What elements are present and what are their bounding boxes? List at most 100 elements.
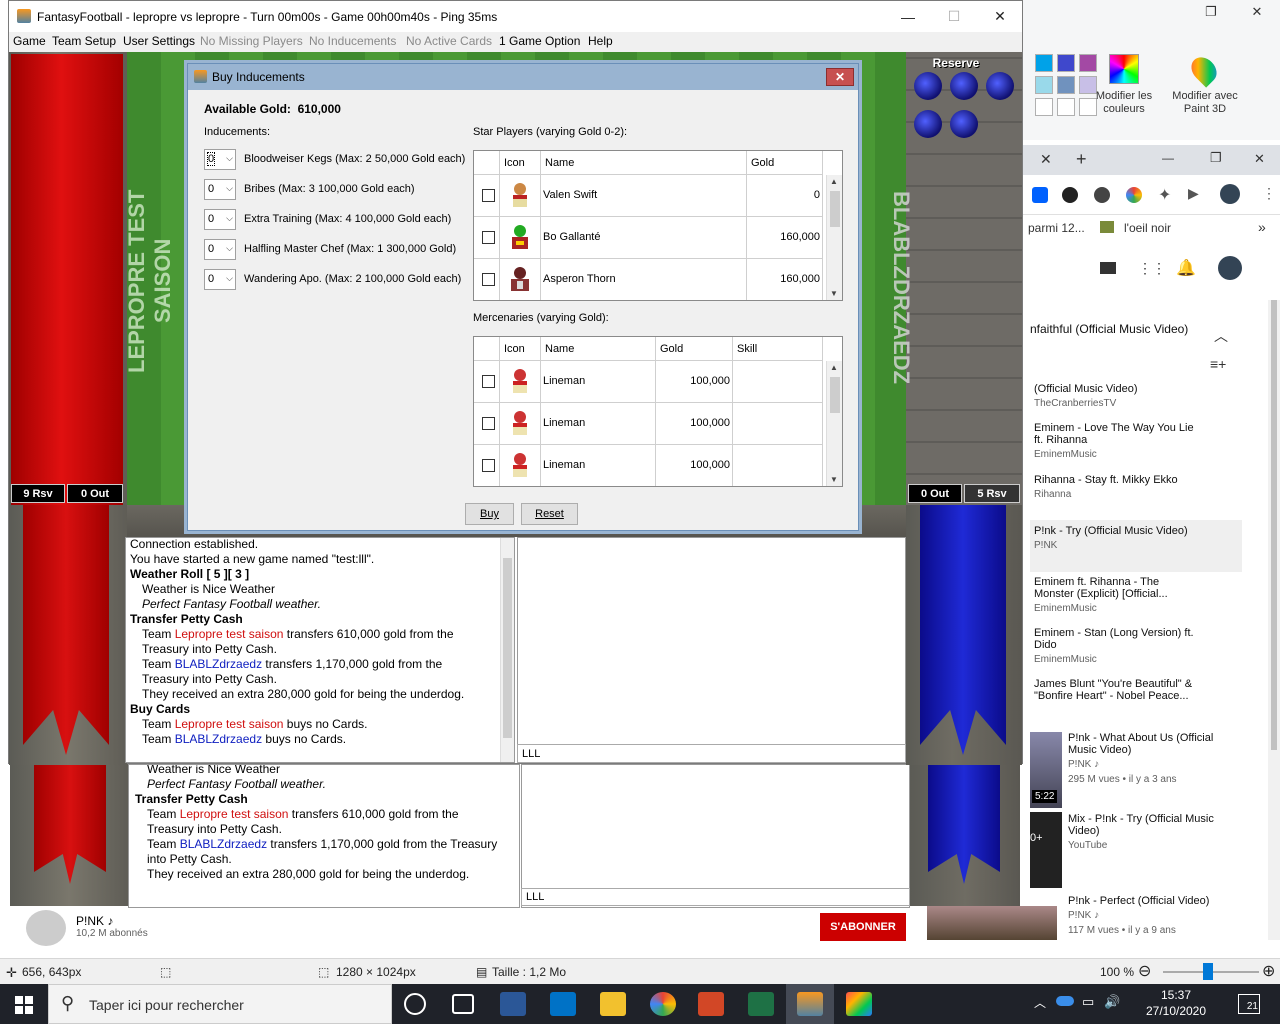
paint-close-button[interactable]: ✕ [1235, 0, 1279, 24]
column-header-gold[interactable]: Gold [656, 337, 733, 361]
powerpoint-icon[interactable] [698, 992, 724, 1016]
zoom-in-icon[interactable]: ⊕ [1262, 961, 1275, 981]
list-item[interactable]: (Official Music Video) TheCranberriesTV [1034, 383, 1244, 410]
paint-restore-button[interactable]: ❐ [1189, 0, 1233, 24]
menu-game-option[interactable]: 1 Game Option [499, 34, 580, 48]
merc-table-scrollbar[interactable]: ▲ ▼ [826, 361, 842, 486]
youtube-scrollbar[interactable] [1268, 300, 1280, 940]
dialog-close-button[interactable]: ✕ [826, 68, 854, 86]
player-icon[interactable] [986, 72, 1014, 100]
file-explorer-icon[interactable] [600, 992, 626, 1016]
puzzle-icon[interactable]: ✦ [1158, 185, 1171, 205]
minimize-button[interactable]: — [885, 1, 931, 32]
maximize-button[interactable]: ☐ [931, 1, 977, 32]
column-header-gold[interactable]: Gold [747, 151, 823, 175]
task-view-icon[interactable] [452, 994, 474, 1014]
close-button[interactable]: ✕ [977, 1, 1023, 32]
select-checkbox[interactable] [482, 375, 495, 388]
excel-icon[interactable] [748, 992, 774, 1016]
merc-skill[interactable] [733, 445, 823, 486]
zoom-out-icon[interactable]: ⊖ [1138, 961, 1151, 981]
channel-avatar[interactable] [26, 910, 66, 946]
start-icon[interactable] [15, 996, 33, 1014]
more-bookmarks-icon[interactable]: » [1258, 219, 1266, 235]
player-icon[interactable] [914, 72, 942, 100]
player-icon[interactable] [950, 72, 978, 100]
paint3d-label[interactable]: Modifier avec Paint 3D [1165, 90, 1245, 116]
quantity-spinner[interactable]: 0 ⌵ [204, 209, 236, 230]
create-video-icon[interactable] [1100, 262, 1116, 274]
collapse-chevron-icon[interactable]: ︿ [1214, 326, 1228, 346]
notification-icon[interactable]: 21 [1238, 994, 1260, 1014]
select-checkbox[interactable] [482, 189, 495, 202]
close-icon[interactable]: ✕ [1254, 151, 1265, 167]
star-table-scrollbar[interactable]: ▲ ▼ [826, 175, 842, 300]
menu-inducements[interactable]: No Inducements [309, 34, 396, 48]
play-icon[interactable]: ▶ [1188, 185, 1199, 202]
ghost-chat-input[interactable]: LLL [521, 888, 910, 906]
column-header-name[interactable]: Name [541, 151, 747, 175]
edit-colors-label[interactable]: Modifier les couleurs [1089, 90, 1159, 116]
volume-icon[interactable]: 🔊 [1104, 994, 1120, 1010]
column-header-skill[interactable]: Skill [733, 337, 823, 361]
away-reserve-count[interactable]: 5 Rsv [964, 484, 1020, 503]
extension-icon[interactable] [1062, 187, 1078, 203]
swatch-blue[interactable] [1035, 54, 1053, 72]
network-icon[interactable]: ▭ [1082, 994, 1094, 1010]
swatch-indigo[interactable] [1057, 54, 1075, 72]
onedrive-icon[interactable] [1056, 996, 1074, 1006]
game-log[interactable]: Connection established. You have started… [125, 537, 515, 763]
add-to-queue-icon[interactable]: ≡+ [1210, 356, 1226, 372]
reset-button[interactable]: Reset [521, 503, 578, 525]
home-out-count[interactable]: 0 Out [67, 484, 123, 503]
account-avatar[interactable] [1218, 256, 1242, 280]
buy-button[interactable]: Buy [465, 503, 514, 525]
swatch-empty[interactable] [1035, 98, 1053, 116]
menu-team-setup[interactable]: Team Setup [52, 34, 116, 48]
cortana-icon[interactable] [404, 993, 426, 1015]
paint3d-icon[interactable] [1186, 52, 1222, 88]
quantity-spinner[interactable]: 0 ⌵ [204, 269, 236, 290]
new-tab-icon[interactable]: + [1076, 149, 1087, 170]
list-item[interactable]: P!nk - What About Us (Official Music Vid… [1068, 732, 1228, 786]
list-item[interactable]: P!nk - Perfect (Official Video) P!NK ♪ 117… [1068, 895, 1228, 937]
merc-skill[interactable] [733, 403, 823, 445]
mix-thumbnail[interactable] [1030, 812, 1062, 888]
menu-missing-players[interactable]: No Missing Players [200, 34, 303, 48]
column-header-icon[interactable]: Icon [500, 337, 541, 361]
list-item[interactable]: P!nk - Try (Official Music Video) P!NK [1034, 525, 1244, 552]
more-icon[interactable]: ⋮ [1262, 185, 1276, 202]
paint-taskbar-icon[interactable] [846, 992, 872, 1016]
player-icon[interactable] [914, 110, 942, 138]
list-item[interactable]: Rihanna - Stay ft. Mikky Ekko Rihanna [1034, 474, 1244, 501]
column-header-name[interactable]: Name [541, 337, 656, 361]
dialog-titlebar[interactable]: Buy Inducements ✕ [188, 64, 858, 90]
quantity-spinner[interactable]: 0 ⌵ [204, 149, 236, 170]
log-scrollbar[interactable] [500, 538, 514, 762]
swatch-purple[interactable] [1079, 54, 1097, 72]
edit-colors-icon[interactable] [1109, 54, 1139, 84]
swatch-lightblue[interactable] [1035, 76, 1053, 94]
restore-icon[interactable]: ❐ [1210, 150, 1222, 166]
player-icon[interactable] [950, 110, 978, 138]
close-tab-icon[interactable]: ✕ [1040, 151, 1052, 168]
list-item[interactable]: Eminem - Stan (Long Version) ft. Dido Emi… [1034, 627, 1204, 666]
chat-panel[interactable] [517, 537, 906, 763]
list-item[interactable]: Mix - P!nk - Try (Official Music Video) Y… [1068, 813, 1228, 852]
list-item[interactable]: Eminem - Love The Way You Lie ft. Rihann… [1034, 422, 1204, 461]
swatch-steel[interactable] [1057, 76, 1075, 94]
menu-active-cards[interactable]: No Active Cards [406, 34, 492, 48]
list-item[interactable]: James Blunt "You're Beautiful" & "Bonfir… [1034, 678, 1204, 712]
word-icon[interactable] [500, 992, 526, 1016]
column-header[interactable] [474, 151, 500, 175]
bookmark-1[interactable]: parmi 12... [1028, 221, 1085, 235]
clock[interactable]: 15:37 27/10/2020 [1126, 987, 1226, 1019]
java-taskbar-icon[interactable] [797, 992, 823, 1016]
bookmark-2[interactable]: l'oeil noir [1124, 221, 1171, 235]
outlook-icon[interactable] [550, 992, 576, 1016]
chrome-icon[interactable] [1126, 187, 1142, 203]
chevron-up-icon[interactable]: ︿ [1034, 994, 1046, 1011]
merc-skill[interactable] [733, 361, 823, 403]
select-checkbox[interactable] [482, 459, 495, 472]
channel-name[interactable]: P!NK ♪ [76, 914, 113, 928]
